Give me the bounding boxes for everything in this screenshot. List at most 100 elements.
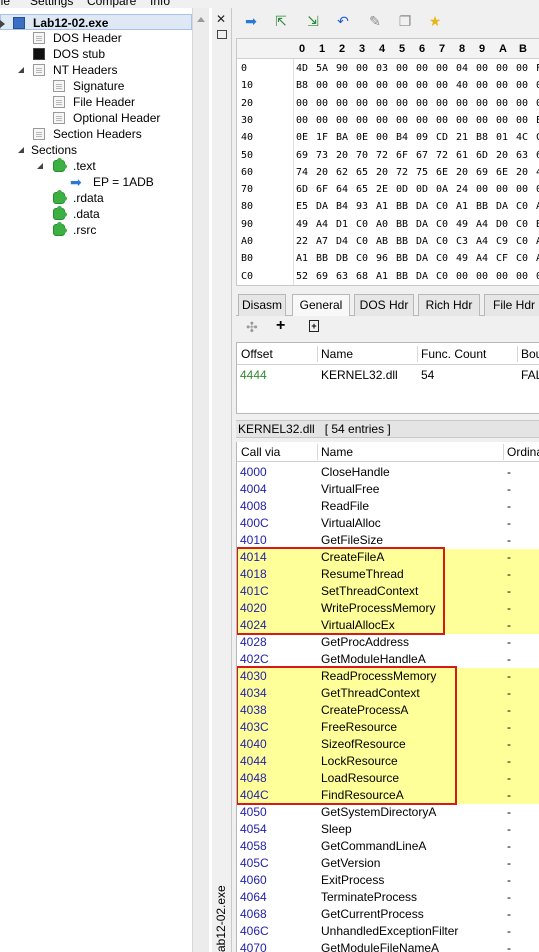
export-icon[interactable]: ⇱ (273, 13, 289, 29)
hex-byte[interactable]: 0A (436, 184, 448, 195)
hex-byte[interactable]: 0E (296, 132, 308, 143)
col-func-count[interactable]: Func. Count (421, 343, 486, 365)
pin-icon[interactable]: ✎ (367, 13, 383, 29)
hex-byte[interactable]: 00 (356, 115, 368, 126)
hex-byte[interactable]: 75 (416, 167, 428, 178)
hex-byte[interactable]: 00 (376, 98, 388, 109)
hex-row[interactable]: 5069732070726F6772616D206361 (237, 147, 539, 164)
hex-byte[interactable]: 0E (356, 132, 368, 143)
col-call-via[interactable]: Call via (241, 442, 280, 462)
hex-byte[interactable]: 00 (316, 80, 328, 91)
hex-byte[interactable]: 00 (516, 63, 528, 74)
hex-byte[interactable]: 74 (296, 167, 308, 178)
hex-byte[interactable]: C0 (516, 253, 528, 264)
hex-byte[interactable]: C0 (436, 236, 448, 247)
hex-byte[interactable]: A4 (476, 219, 488, 230)
hex-byte[interactable]: 00 (456, 115, 468, 126)
hex-byte[interactable]: 00 (416, 115, 428, 126)
dll-row[interactable]: 4444 KERNEL32.dll 54 FAL (237, 367, 539, 385)
hex-byte[interactable]: 00 (356, 80, 368, 91)
hex-byte[interactable]: 00 (496, 184, 508, 195)
hex-byte[interactable]: 64 (336, 184, 348, 195)
function-row[interactable]: 4008 ReadFile - (237, 498, 539, 515)
hex-byte[interactable]: 00 (356, 63, 368, 74)
hex-byte[interactable]: B8 (296, 80, 308, 91)
hex-byte[interactable]: D4 (336, 236, 348, 247)
hex-byte[interactable]: DA (496, 201, 508, 212)
expand-arrow-icon[interactable] (37, 163, 43, 169)
hex-byte[interactable]: 00 (496, 98, 508, 109)
hex-byte[interactable]: DA (416, 271, 428, 282)
hex-byte[interactable]: 00 (456, 271, 468, 282)
hex-row[interactable]: C052696368A1BBDAC00000000000 (237, 268, 539, 285)
function-row[interactable]: 4028 GetProcAddress - (237, 634, 539, 651)
hex-byte[interactable]: C9 (496, 236, 508, 247)
hex-byte[interactable]: 6F (396, 150, 408, 161)
hex-row[interactable]: B0A1BBDBC096BBDAC049A4CFC0A0 (237, 250, 539, 267)
tab-rich-hdr[interactable]: Rich Hdr (418, 294, 480, 316)
scroll-up-icon[interactable] (197, 17, 205, 22)
hex-row[interactable]: 2000000000000000000000000000 (237, 95, 539, 112)
hex-byte[interactable]: C0 (516, 236, 528, 247)
add-file-icon[interactable]: + (309, 320, 319, 332)
hex-byte[interactable]: 00 (336, 98, 348, 109)
hex-byte[interactable]: BB (396, 236, 408, 247)
move-icon[interactable]: ✣ (246, 319, 258, 336)
hex-byte[interactable]: C0 (356, 253, 368, 264)
hex-byte[interactable]: 00 (376, 132, 388, 143)
hex-byte[interactable]: AB (376, 236, 388, 247)
hex-byte[interactable]: 00 (436, 115, 448, 126)
hex-byte[interactable]: 00 (396, 63, 408, 74)
hex-byte[interactable]: 20 (496, 150, 508, 161)
function-row[interactable]: 4058 GetCommandLineA - (237, 838, 539, 855)
hex-byte[interactable]: 00 (516, 184, 528, 195)
function-row[interactable]: 4000 CloseHandle - (237, 464, 539, 481)
hex-byte[interactable]: B4 (396, 132, 408, 143)
hex-byte[interactable]: 72 (376, 150, 388, 161)
hex-row[interactable]: 10B8000000000000004000000000 (237, 77, 539, 94)
hex-byte[interactable]: 49 (296, 219, 308, 230)
hex-byte[interactable]: 4C (516, 132, 528, 143)
hex-byte[interactable]: 61 (456, 150, 468, 161)
hex-byte[interactable]: E5 (296, 201, 308, 212)
hex-byte[interactable]: 20 (456, 167, 468, 178)
hex-byte[interactable]: BB (316, 253, 328, 264)
hex-byte[interactable]: 00 (436, 80, 448, 91)
hex-byte[interactable]: 65 (356, 184, 368, 195)
hex-byte[interactable]: BB (396, 253, 408, 264)
hex-byte[interactable]: 65 (356, 167, 368, 178)
hex-byte[interactable]: 63 (336, 271, 348, 282)
hex-byte[interactable]: 00 (436, 98, 448, 109)
hex-byte[interactable]: 00 (416, 98, 428, 109)
hex-byte[interactable]: 90 (336, 63, 348, 74)
hex-byte[interactable]: 00 (416, 63, 428, 74)
hex-byte[interactable]: 62 (336, 167, 348, 178)
hex-byte[interactable]: 70 (356, 150, 368, 161)
hex-byte[interactable]: 67 (416, 150, 428, 161)
star-icon[interactable]: ★ (427, 13, 443, 29)
function-row[interactable]: 4060 ExitProcess - (237, 872, 539, 889)
hex-byte[interactable]: 20 (336, 150, 348, 161)
hex-byte[interactable]: C0 (516, 219, 528, 230)
hex-byte[interactable]: 00 (296, 98, 308, 109)
hex-byte[interactable]: 00 (496, 115, 508, 126)
hex-byte[interactable]: A1 (376, 201, 388, 212)
tree-root[interactable]: Lab12-02.exe (0, 14, 192, 30)
hex-byte[interactable]: 72 (396, 167, 408, 178)
hex-byte[interactable]: 2E (376, 184, 388, 195)
hex-row[interactable]: 9049A4D1C0A0BBDAC049A4D0C0BA (237, 216, 539, 233)
hex-byte[interactable]: 00 (516, 98, 528, 109)
function-row[interactable]: 4004 VirtualFree - (237, 481, 539, 498)
hex-byte[interactable]: 00 (516, 115, 528, 126)
hex-byte[interactable]: 52 (296, 271, 308, 282)
hex-byte[interactable]: 1F (316, 132, 328, 143)
tab-general[interactable]: General (292, 294, 350, 316)
hex-byte[interactable]: 72 (436, 150, 448, 161)
hex-byte[interactable]: 6D (296, 184, 308, 195)
hex-byte[interactable]: 00 (476, 98, 488, 109)
expand-arrow-icon[interactable] (18, 67, 24, 73)
hex-byte[interactable]: 00 (496, 271, 508, 282)
hex-byte[interactable]: DB (336, 253, 348, 264)
hex-byte[interactable]: 00 (476, 63, 488, 74)
col-name[interactable]: Name (321, 343, 353, 365)
